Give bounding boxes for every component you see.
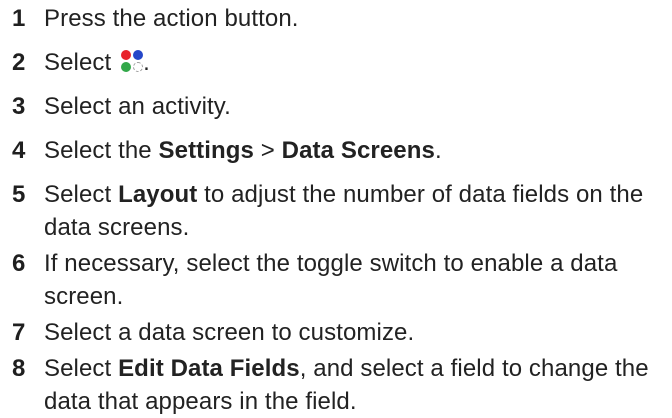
step-1: 1 Press the action button. [12,2,664,35]
step-7: 7 Select a data screen to customize. [12,316,664,349]
data-screens-label: Data Screens [281,137,435,164]
step-text: Press the action button. [44,5,299,32]
step-2: 2 Select . [12,46,664,79]
step-number: 1 [12,5,26,32]
step-text: Select an activity. [44,93,231,120]
step-text: Select Layout to adjust the number of da… [44,178,664,244]
settings-label: Settings [158,137,254,164]
step-3: 3 Select an activity. [12,90,664,123]
step-4: 4 Select the Settings > Data Screens. [12,134,664,167]
step-text: If necessary, select the toggle switch t… [44,250,618,310]
empty-dot [133,62,144,72]
edit-data-fields-label: Edit Data Fields [118,355,300,382]
step-text: Select . [44,46,664,79]
step-number: 8 [12,355,26,382]
instruction-steps: 1 Press the action button. 2 Select . 3 … [0,0,672,415]
step-text: Select a data screen to customize. [44,319,415,346]
step-8: 8 Select Edit Data Fields, and select a … [12,352,664,418]
step-number: 3 [12,93,26,120]
step-text-part: . [143,49,150,76]
step-number: 5 [12,181,26,208]
step-text-part: Select [44,355,119,382]
step-text-part: Select [44,49,112,76]
step-text-part: Select the [44,137,159,164]
step-text: Select the Settings > Data Screens. [44,134,664,167]
green-dot [121,62,132,72]
step-text-part: . [434,137,442,164]
blue-dot [133,50,144,60]
step-number: 2 [12,49,26,76]
layout-label: Layout [118,181,198,208]
red-dot [121,50,132,60]
step-number: 7 [12,319,26,346]
step-text: Select Edit Data Fields, and select a fi… [44,352,664,418]
apps-dots-icon [121,50,144,72]
step-text-part: Select [44,181,119,208]
step-number: 6 [12,250,26,277]
step-5: 5 Select Layout to adjust the number of … [12,178,664,244]
step-number: 4 [12,137,26,164]
separator: > [254,137,282,164]
step-6: 6 If necessary, select the toggle switch… [12,247,664,313]
